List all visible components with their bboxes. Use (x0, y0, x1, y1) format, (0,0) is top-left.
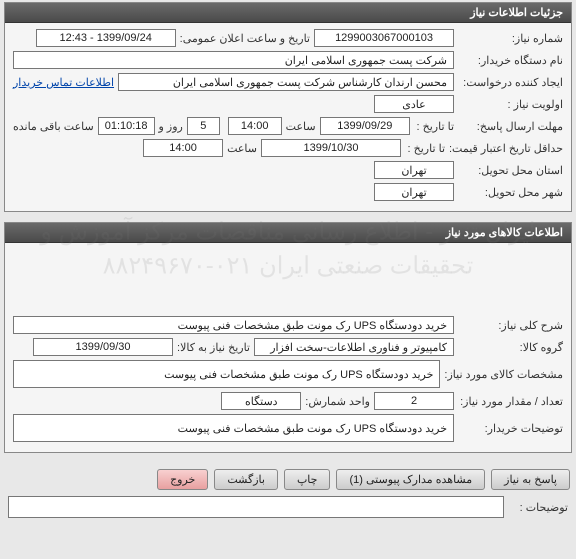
field-unit: دستگاه (221, 392, 301, 410)
field-priority: عادی (374, 95, 454, 113)
label-notes: توضیحات : (508, 501, 568, 514)
label-buyer-org: نام دستگاه خریدار: (458, 54, 563, 67)
field-public-date: 1399/09/24 - 12:43 (36, 29, 176, 47)
label-to-date2: تا تاریخ : (405, 142, 445, 155)
label-time-left: ساعت باقی مانده (13, 120, 94, 133)
reply-button[interactable]: پاسخ به نیاز (491, 469, 570, 490)
panel1-header: جزئیات اطلاعات نیاز (5, 3, 571, 23)
label-to-date: تا تاریخ : (414, 120, 454, 133)
label-hour2: ساعت (227, 142, 257, 155)
label-valid-min: حداقل تاریخ اعتبار قیمت: (449, 142, 563, 155)
label-creator: ایجاد کننده درخواست: (458, 76, 563, 89)
label-goods-spec: مشخصات کالای مورد نیاز: (444, 368, 563, 381)
field-province: تهران (374, 161, 454, 179)
attachments-button[interactable]: مشاهده مدارک پیوستی (1) (336, 469, 485, 490)
back-button[interactable]: بازگشت (214, 469, 278, 490)
field-reply-hour: 14:00 (228, 117, 282, 135)
field-general-desc: خرید دودستگاه UPS رک مونت طبق مشخصات فنی… (13, 316, 454, 334)
field-goods-group: کامپیوتر و فناوری اطلاعات-سخت افزار (254, 338, 454, 356)
field-qty: 2 (374, 392, 454, 410)
field-days-left: 5 (187, 117, 220, 135)
field-valid-hour: 14:00 (143, 139, 223, 157)
label-unit: واحد شمارش: (305, 395, 370, 408)
field-buyer-notes: خرید دودستگاه UPS رک مونت طبق مشخصات فنی… (13, 414, 454, 442)
label-req-no: شماره نیاز: (458, 32, 563, 45)
label-deliver-prov: استان محل تحویل: (458, 164, 563, 177)
link-buyer-contact[interactable]: اطلاعات تماس خریدار (13, 76, 114, 89)
need-details-panel: جزئیات اطلاعات نیاز شماره نیاز: 12990030… (4, 2, 572, 212)
label-qty: تعداد / مقدار مورد نیاز: (458, 395, 563, 408)
panel2-header: اطلاعات کالاهای مورد نیاز (5, 223, 571, 243)
label-hour1: ساعت (286, 120, 316, 133)
label-deliver-city: شهر محل تحویل: (458, 186, 563, 199)
field-need-by: 1399/09/30 (33, 338, 173, 356)
label-reply-deadline: مهلت ارسال پاسخ: (458, 120, 563, 133)
field-req-no: 1299003067000103 (314, 29, 454, 47)
print-button[interactable]: چاپ (284, 469, 331, 490)
label-goods-group: گروه کالا: (458, 341, 563, 354)
field-goods-spec: خرید دودستگاه UPS رک مونت طبق مشخصات فنی… (13, 360, 440, 388)
field-city: تهران (374, 183, 454, 201)
field-buyer-org: شرکت پست جمهوری اسلامی ایران (13, 51, 454, 69)
label-public-date: تاریخ و ساعت اعلان عمومی: (180, 32, 310, 45)
label-buyer-notes: توضیحات خریدار: (458, 422, 563, 435)
field-valid-date: 1399/10/30 (261, 139, 401, 157)
goods-info-panel: اطلاعات کالاهای مورد نیاز ایران تندر - ا… (4, 222, 572, 453)
field-creator: محسن ارندان کارشناس شرکت پست جمهوری اسلا… (118, 73, 454, 91)
label-days: روز و (159, 120, 183, 133)
action-bar: پاسخ به نیاز مشاهده مدارک پیوستی (1) چاپ… (0, 463, 576, 496)
label-need-by: تاریخ نیاز به کالا: (177, 341, 250, 354)
field-time-left: 01:10:18 (98, 117, 155, 135)
exit-button[interactable]: خروج (157, 469, 208, 490)
notes-textarea[interactable] (8, 496, 504, 518)
field-reply-date: 1399/09/29 (320, 117, 410, 135)
label-general-desc: شرح کلی نیاز: (458, 319, 563, 332)
label-priority: اولویت نیاز : (458, 98, 563, 111)
